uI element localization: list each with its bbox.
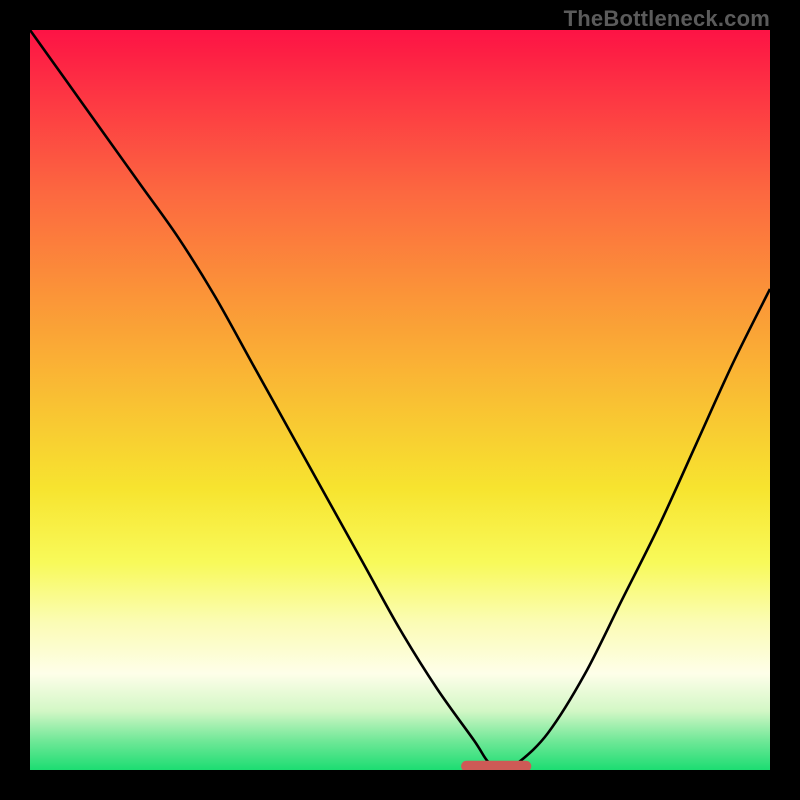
bottleneck-curve-line <box>30 30 770 770</box>
curve-layer <box>30 30 770 770</box>
plot-area <box>30 30 770 770</box>
chart-frame: TheBottleneck.com <box>0 0 800 800</box>
watermark-text: TheBottleneck.com <box>564 6 770 32</box>
